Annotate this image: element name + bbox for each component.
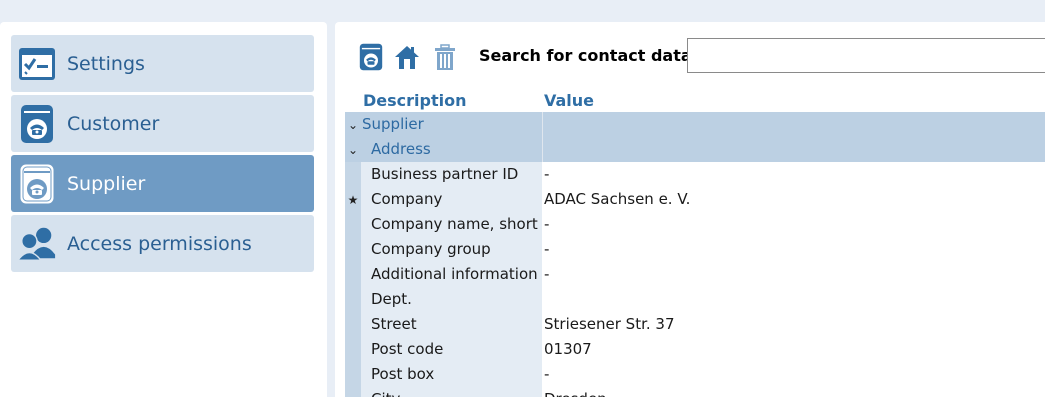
- table-row[interactable]: Post box -: [345, 362, 1045, 387]
- chevron-down-icon[interactable]: ⌄: [345, 137, 361, 162]
- row-marker: [345, 262, 361, 287]
- row-description: City: [361, 387, 542, 397]
- row-value[interactable]: Striesener Str. 37: [542, 312, 1045, 337]
- group-row-address[interactable]: ⌄ Address: [345, 137, 1045, 162]
- row-description: Post box: [361, 362, 542, 387]
- contact-table: ⌄ Supplier ⌄ Address Business partner ID…: [345, 112, 1045, 397]
- sidebar-item-supplier[interactable]: Supplier: [11, 155, 314, 212]
- row-marker: [345, 387, 361, 397]
- row-description: Company group: [361, 237, 542, 262]
- table-row[interactable]: City Dresden: [345, 387, 1045, 397]
- table-row[interactable]: Dept.: [345, 287, 1045, 312]
- row-description: Post code: [361, 337, 542, 362]
- sidebar-item-label: Settings: [67, 52, 145, 75]
- phone-card-icon: [17, 164, 57, 204]
- row-marker: [345, 362, 361, 387]
- group-value: [542, 137, 1045, 162]
- row-value[interactable]: 01307: [542, 337, 1045, 362]
- group-row-supplier[interactable]: ⌄ Supplier: [345, 112, 1045, 137]
- table-row[interactable]: Company group -: [345, 237, 1045, 262]
- row-marker: [345, 162, 361, 187]
- row-value[interactable]: -: [542, 237, 1045, 262]
- group-label: Address: [361, 137, 542, 162]
- sidebar-item-settings[interactable]: Settings: [11, 35, 314, 92]
- row-value[interactable]: Dresden: [542, 387, 1045, 397]
- contact-panel: Search for contact data Description Valu…: [335, 22, 1045, 397]
- row-value[interactable]: -: [542, 362, 1045, 387]
- users-icon: [17, 224, 57, 264]
- sidebar-item-customer[interactable]: Customer: [11, 95, 314, 152]
- sidebar-item-label: Access permissions: [67, 232, 252, 255]
- row-description: Dept.: [361, 287, 542, 312]
- chevron-down-icon[interactable]: ⌄: [345, 112, 361, 137]
- sidebar: Settings Customer Supplier Access permis…: [0, 22, 327, 397]
- row-marker: [345, 337, 361, 362]
- phone-card-icon: [17, 104, 57, 144]
- sidebar-item-label: Customer: [67, 112, 160, 135]
- row-value[interactable]: ADAC Sachsen e. V.: [542, 187, 1045, 212]
- sidebar-item-label: Supplier: [67, 172, 146, 195]
- search-label: Search for contact data: [479, 46, 692, 65]
- row-value[interactable]: -: [542, 212, 1045, 237]
- sidebar-item-access-permissions[interactable]: Access permissions: [11, 215, 314, 272]
- row-value[interactable]: -: [542, 262, 1045, 287]
- search-input[interactable]: [687, 38, 1045, 73]
- table-row[interactable]: Street Striesener Str. 37: [345, 312, 1045, 337]
- row-description: Business partner ID: [361, 162, 542, 187]
- trash-icon[interactable]: [432, 42, 458, 72]
- row-description: Street: [361, 312, 542, 337]
- row-marker: [345, 237, 361, 262]
- table-row[interactable]: Business partner ID -: [345, 162, 1045, 187]
- table-row[interactable]: Additional information -: [345, 262, 1045, 287]
- row-description: Company: [361, 187, 542, 212]
- row-marker: [345, 312, 361, 337]
- column-header-value[interactable]: Value: [544, 91, 594, 110]
- row-marker: [345, 287, 361, 312]
- group-label: Supplier: [361, 112, 542, 137]
- row-value[interactable]: [542, 287, 1045, 312]
- home-icon[interactable]: [394, 42, 420, 72]
- row-marker: [345, 212, 361, 237]
- table-row[interactable]: Company name, short -: [345, 212, 1045, 237]
- row-description: Company name, short: [361, 212, 542, 237]
- group-value: [542, 112, 1045, 137]
- row-description: Additional information: [361, 262, 542, 287]
- table-row[interactable]: ★ Company ADAC Sachsen e. V.: [345, 187, 1045, 212]
- column-header-description[interactable]: Description: [363, 91, 466, 110]
- star-icon: ★: [345, 187, 361, 212]
- table-row[interactable]: Post code 01307: [345, 337, 1045, 362]
- phone-card-icon[interactable]: [358, 42, 384, 72]
- checklist-icon: [17, 44, 57, 84]
- row-value[interactable]: -: [542, 162, 1045, 187]
- top-bar: [0, 0, 1045, 14]
